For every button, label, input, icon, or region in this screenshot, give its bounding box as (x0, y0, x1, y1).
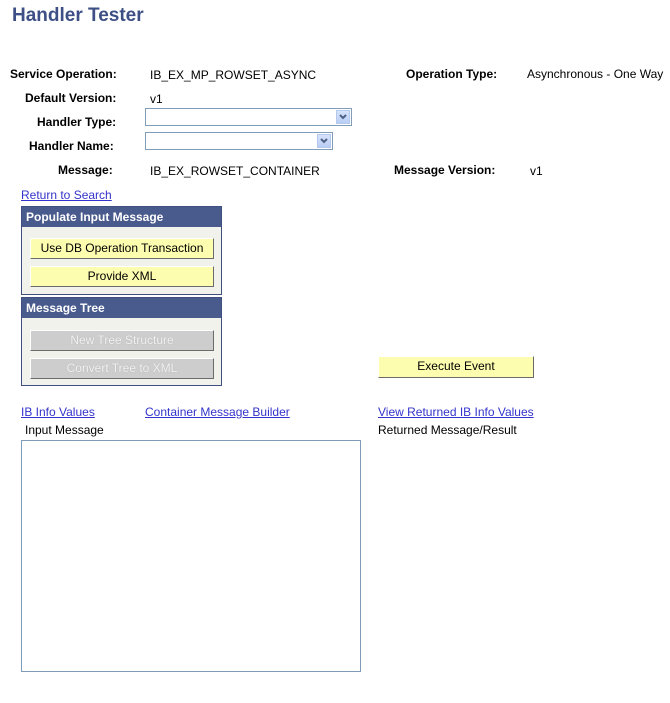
message-label: Message: (58, 163, 113, 177)
ib-info-values-link[interactable]: IB Info Values (21, 405, 95, 419)
handler-name-select[interactable] (145, 132, 333, 150)
input-message-label: Input Message (25, 423, 104, 437)
message-tree-header: Message Tree (22, 298, 221, 318)
handler-type-label: Handler Type: (37, 115, 117, 129)
message-version-value: v1 (530, 164, 543, 178)
handler-name-label: Handler Name: (29, 139, 114, 153)
message-value: IB_EX_ROWSET_CONTAINER (150, 164, 320, 178)
provide-xml-button[interactable]: Provide XML (30, 266, 214, 287)
default-version-label: Default Version: (25, 91, 117, 105)
return-to-search-link[interactable]: Return to Search (21, 188, 112, 202)
input-message-textarea[interactable] (21, 440, 361, 672)
populate-input-message-header: Populate Input Message (22, 207, 221, 227)
populate-input-message-group: Populate Input Message Use DB Operation … (21, 206, 222, 295)
returned-message-result-label: Returned Message/Result (378, 423, 517, 437)
convert-tree-to-xml-button[interactable]: Convert Tree to XML (30, 358, 214, 379)
chevron-down-icon[interactable] (336, 110, 350, 124)
operation-type-label: Operation Type: (406, 67, 498, 81)
use-db-operation-transaction-button[interactable]: Use DB Operation Transaction (30, 238, 214, 259)
chevron-down-icon[interactable] (317, 134, 331, 148)
default-version-value: v1 (150, 92, 163, 106)
container-message-builder-link[interactable]: Container Message Builder (145, 405, 290, 419)
service-operation-value: IB_EX_MP_ROWSET_ASYNC (150, 68, 317, 82)
new-tree-structure-button[interactable]: New Tree Structure (30, 330, 214, 351)
operation-type-value: Asynchronous - One Way (527, 67, 664, 81)
page-title: Handler Tester (12, 5, 144, 26)
service-operation-label: Service Operation: (10, 67, 117, 81)
view-returned-ib-info-values-link[interactable]: View Returned IB Info Values (378, 405, 534, 419)
execute-event-button[interactable]: Execute Event (378, 356, 534, 378)
handler-type-select[interactable] (145, 108, 352, 126)
message-version-label: Message Version: (394, 163, 496, 177)
message-tree-group: Message Tree New Tree Structure Convert … (21, 297, 222, 386)
